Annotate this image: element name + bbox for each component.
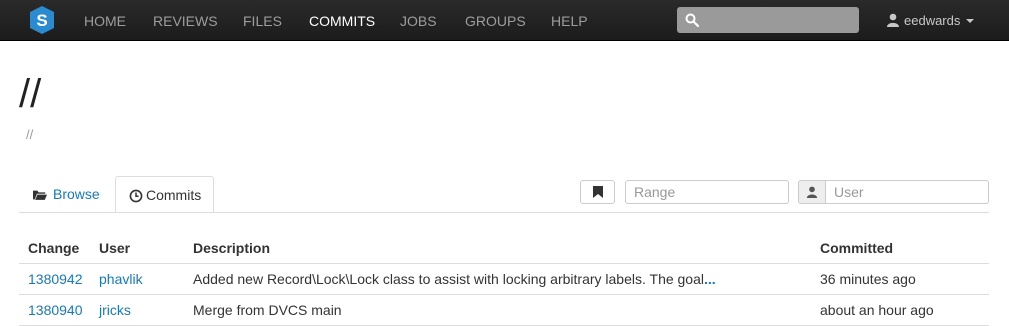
- tab-commits-label: Commits: [146, 187, 202, 203]
- svg-text:S: S: [36, 11, 47, 30]
- commit-time: 36 minutes ago: [820, 271, 916, 287]
- breadcrumb-path: //: [26, 127, 34, 142]
- column-header-committed: Committed: [820, 240, 894, 256]
- nav-home[interactable]: HOME: [84, 13, 126, 29]
- user-icon: [806, 186, 818, 198]
- search-icon: [685, 13, 699, 27]
- table-header-divider: [19, 263, 989, 264]
- column-header-description: Description: [193, 240, 271, 256]
- user-icon: [887, 13, 899, 27]
- tab-browse-label: Browse: [53, 186, 100, 202]
- top-navbar: S HOME REVIEWS FILES COMMITS JOBS GROUPS…: [0, 0, 1009, 41]
- commit-description-text: Added new Record\Lock\Lock class to assi…: [193, 271, 704, 287]
- global-search[interactable]: [677, 7, 859, 33]
- range-input[interactable]: [625, 180, 789, 204]
- bookmark-icon: [593, 186, 603, 198]
- commit-description: Merge from DVCS main: [193, 302, 342, 318]
- change-link[interactable]: 1380940: [28, 302, 83, 318]
- tab-commits[interactable]: Commits: [115, 176, 214, 213]
- tab-browse[interactable]: Browse: [19, 176, 115, 213]
- commit-time: about an hour ago: [820, 302, 934, 318]
- clock-icon: [129, 189, 143, 203]
- nav-files[interactable]: FILES: [243, 13, 282, 29]
- nav-groups[interactable]: GROUPS: [465, 13, 526, 29]
- nav-jobs[interactable]: JOBS: [400, 13, 437, 29]
- user-filter: [798, 180, 989, 204]
- folder-open-icon: [33, 190, 47, 200]
- page-title: //: [19, 72, 42, 116]
- change-link[interactable]: 1380942: [28, 271, 83, 287]
- commit-description: Added new Record\Lock\Lock class to assi…: [193, 271, 716, 287]
- bookmark-button[interactable]: [580, 180, 615, 204]
- column-header-change: Change: [28, 240, 80, 256]
- column-header-user: User: [99, 240, 131, 256]
- nav-commits[interactable]: COMMITS: [309, 13, 375, 29]
- user-link[interactable]: jricks: [99, 302, 131, 318]
- swarm-logo-icon[interactable]: S: [30, 6, 54, 34]
- tabs-divider: [19, 212, 989, 213]
- expand-description-link[interactable]: ...: [704, 271, 716, 287]
- row-divider: [19, 294, 989, 295]
- user-filter-input[interactable]: [825, 180, 989, 204]
- search-input[interactable]: [701, 7, 857, 33]
- nav-reviews[interactable]: REVIEWS: [153, 13, 218, 29]
- username-label: eedwards: [904, 13, 961, 28]
- nav-help[interactable]: HELP: [551, 13, 588, 29]
- user-filter-addon: [798, 180, 826, 204]
- caret-down-icon: [966, 19, 974, 23]
- user-link[interactable]: phavlik: [99, 271, 143, 287]
